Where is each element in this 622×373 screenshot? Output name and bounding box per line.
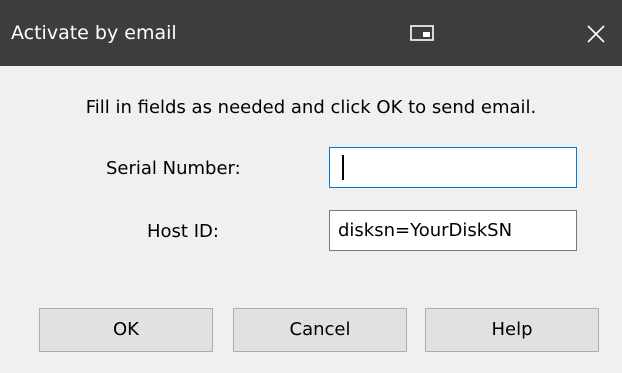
close-icon	[587, 25, 605, 43]
activate-by-email-dialog: Activate by email Fill in fields as need…	[0, 0, 622, 373]
close-button[interactable]	[576, 14, 616, 54]
host-id-input[interactable]	[329, 210, 577, 251]
host-id-label: Host ID:	[147, 221, 219, 242]
instructions-text: Fill in fields as needed and click OK to…	[85, 97, 537, 118]
ok-button[interactable]: OK	[39, 308, 213, 352]
serial-number-label: Serial Number:	[106, 158, 241, 179]
cancel-button[interactable]: Cancel	[233, 308, 407, 352]
serial-number-input[interactable]	[329, 147, 577, 188]
help-button[interactable]: Help	[425, 308, 599, 352]
text-caret	[342, 155, 344, 180]
snap-layout-icon[interactable]	[410, 24, 436, 44]
window-title: Activate by email	[11, 22, 177, 44]
title-bar[interactable]: Activate by email	[0, 0, 622, 66]
